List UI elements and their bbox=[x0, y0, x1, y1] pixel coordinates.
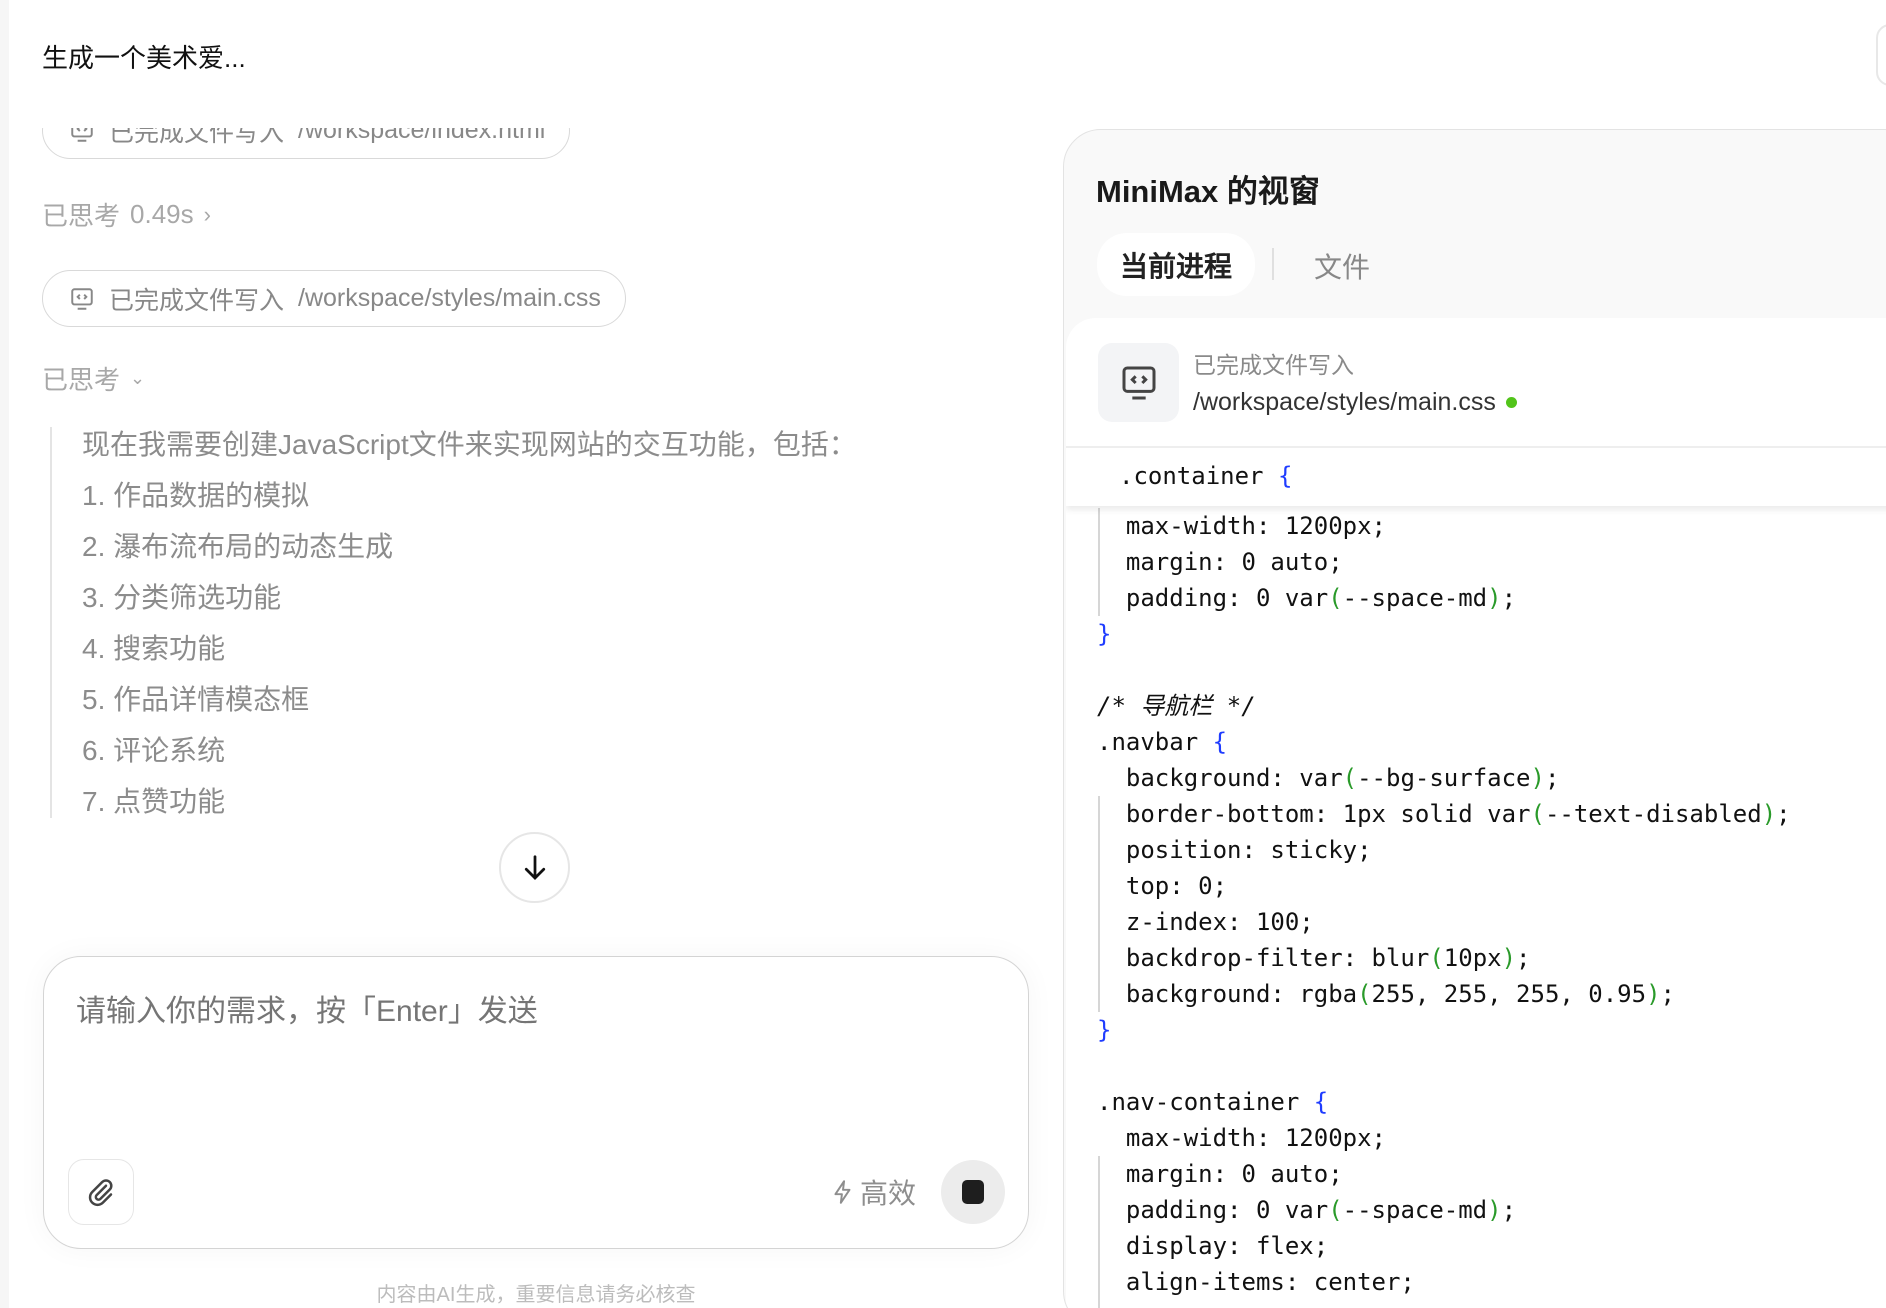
chevron-right-icon: › bbox=[203, 201, 211, 227]
thinking-label: 已思考 bbox=[42, 201, 121, 231]
chevron-down-icon: ⌄ bbox=[130, 368, 146, 388]
arrow-down-icon bbox=[524, 854, 545, 880]
code-viewer[interactable]: .container { max-width: 1200px; margin: … bbox=[1066, 448, 1886, 1308]
code-monitor-icon bbox=[71, 287, 93, 310]
code-line: background: rgba(255, 255, 255, 0.95); bbox=[1097, 980, 1675, 1008]
file-path-row: /workspace/styles/main.css bbox=[1193, 388, 1517, 417]
file-icon-box bbox=[1098, 343, 1179, 422]
tab-current-process[interactable]: 当前进程 bbox=[1097, 233, 1255, 296]
paperclip-icon bbox=[88, 1179, 113, 1207]
file-write-chip[interactable]: 已完成文件写入 /workspace/styles/main.css bbox=[42, 270, 626, 327]
sticky-scope-header: .container { bbox=[1066, 448, 1886, 506]
thought-line: 2. 瀑布流布局的动态生成 bbox=[82, 531, 394, 562]
code-line: margin: 0 auto; bbox=[1097, 1160, 1343, 1188]
status-dot-icon bbox=[1505, 397, 1517, 408]
attach-button[interactable] bbox=[68, 1159, 134, 1225]
chip-path: /workspace/styles/main.css bbox=[298, 284, 601, 312]
file-status: 已完成文件写入 bbox=[1193, 352, 1354, 378]
thinking-toggle[interactable]: 已思考 ⌄ bbox=[42, 360, 145, 397]
code-line: position: sticky; bbox=[1097, 836, 1372, 864]
thought-line: 7. 点赞功能 bbox=[82, 786, 226, 817]
code-line: z-index: 100; bbox=[1097, 908, 1314, 936]
thought-line: 现在我需要创建JavaScript文件来实现网站的交互功能，包括： bbox=[82, 429, 857, 460]
tab-divider bbox=[1272, 248, 1274, 280]
thinking-time: 0.49s bbox=[130, 199, 194, 229]
viewer-panel: MiniMax 的视窗 当前进程 文件 已完成文件写入 /workspace/s… bbox=[1063, 129, 1886, 1308]
thought-block: 现在我需要创建JavaScript文件来实现网站的交互功能，包括： 1. 作品数据… bbox=[50, 427, 950, 818]
code-line: .container { bbox=[1119, 462, 1293, 490]
chat-scroll-area[interactable]: 已完成文件写入 /workspace/index.html 已思考 0.49s … bbox=[10, 128, 1050, 828]
sidebar-edge bbox=[0, 0, 9, 1308]
code-line: margin: 0 auto; bbox=[1097, 548, 1343, 576]
code-line: /* 导航栏 */ bbox=[1097, 692, 1256, 720]
code-line: max-width: 1200px; bbox=[1097, 512, 1386, 540]
thought-line: 4. 搜索功能 bbox=[82, 633, 226, 664]
code-line: border-bottom: 1px solid var(--text-disa… bbox=[1097, 800, 1791, 828]
code-monitor-icon bbox=[1122, 366, 1155, 399]
panel-title: MiniMax 的视窗 bbox=[1096, 174, 1320, 209]
chip-label: 已完成文件写入 bbox=[109, 128, 285, 147]
thought-line: 3. 分类筛选功能 bbox=[82, 582, 282, 613]
code-line: } bbox=[1097, 1016, 1112, 1044]
code-monitor-icon bbox=[71, 128, 93, 142]
stop-icon bbox=[962, 1180, 984, 1204]
thinking-label: 已思考 bbox=[42, 365, 121, 395]
file-path: /workspace/styles/main.css bbox=[1193, 388, 1496, 416]
chip-label: 已完成文件写入 bbox=[109, 286, 285, 315]
chat-input[interactable] bbox=[76, 995, 976, 1029]
mode-label: 高效 bbox=[860, 1178, 917, 1209]
scroll-to-bottom-button[interactable] bbox=[499, 832, 570, 903]
indent-guide bbox=[1098, 508, 1100, 616]
code-line: top: 0; bbox=[1097, 872, 1228, 900]
code-line: .navbar { bbox=[1097, 728, 1228, 756]
tab-files[interactable]: 文件 bbox=[1314, 246, 1370, 286]
mode-selector[interactable]: 高效 bbox=[830, 1172, 916, 1212]
process-card: 已完成文件写入 /workspace/styles/main.css .cont… bbox=[1066, 318, 1886, 1308]
conversation-title: 生成一个美术爱... bbox=[42, 43, 246, 73]
file-write-chip[interactable]: 已完成文件写入 /workspace/index.html bbox=[42, 128, 571, 159]
indent-guide bbox=[1098, 1156, 1100, 1308]
lightning-icon bbox=[834, 1180, 851, 1204]
thought-line: 5. 作品详情模态框 bbox=[82, 684, 310, 715]
top-right-button[interactable] bbox=[1876, 24, 1886, 86]
code-line: padding: 0 var(--space-md); bbox=[1097, 1196, 1517, 1224]
chat-input-box: 高效 bbox=[43, 956, 1029, 1249]
code-line: backdrop-filter: blur(10px); bbox=[1097, 944, 1531, 972]
code-line: .nav-container { bbox=[1097, 1088, 1329, 1116]
stop-button[interactable] bbox=[941, 1160, 1005, 1224]
code-line: display: flex; bbox=[1097, 1232, 1329, 1260]
thinking-toggle[interactable]: 已思考 0.49s › bbox=[42, 196, 211, 233]
chip-path: /workspace/index.html bbox=[298, 128, 546, 144]
thought-line: 1. 作品数据的模拟 bbox=[82, 480, 310, 511]
indent-guide bbox=[1098, 796, 1100, 1012]
code-line: background: var(--bg-surface); bbox=[1097, 764, 1560, 792]
ai-disclaimer: 内容由AI生成，重要信息请务必核查 bbox=[376, 1284, 696, 1306]
code-line: } bbox=[1097, 620, 1112, 648]
code-line: max-width: 1200px; bbox=[1097, 1124, 1386, 1152]
code-line: padding: 0 var(--space-md); bbox=[1097, 584, 1517, 612]
thought-line: 6. 评论系统 bbox=[82, 735, 226, 766]
code-line: align-items: center; bbox=[1097, 1268, 1415, 1296]
